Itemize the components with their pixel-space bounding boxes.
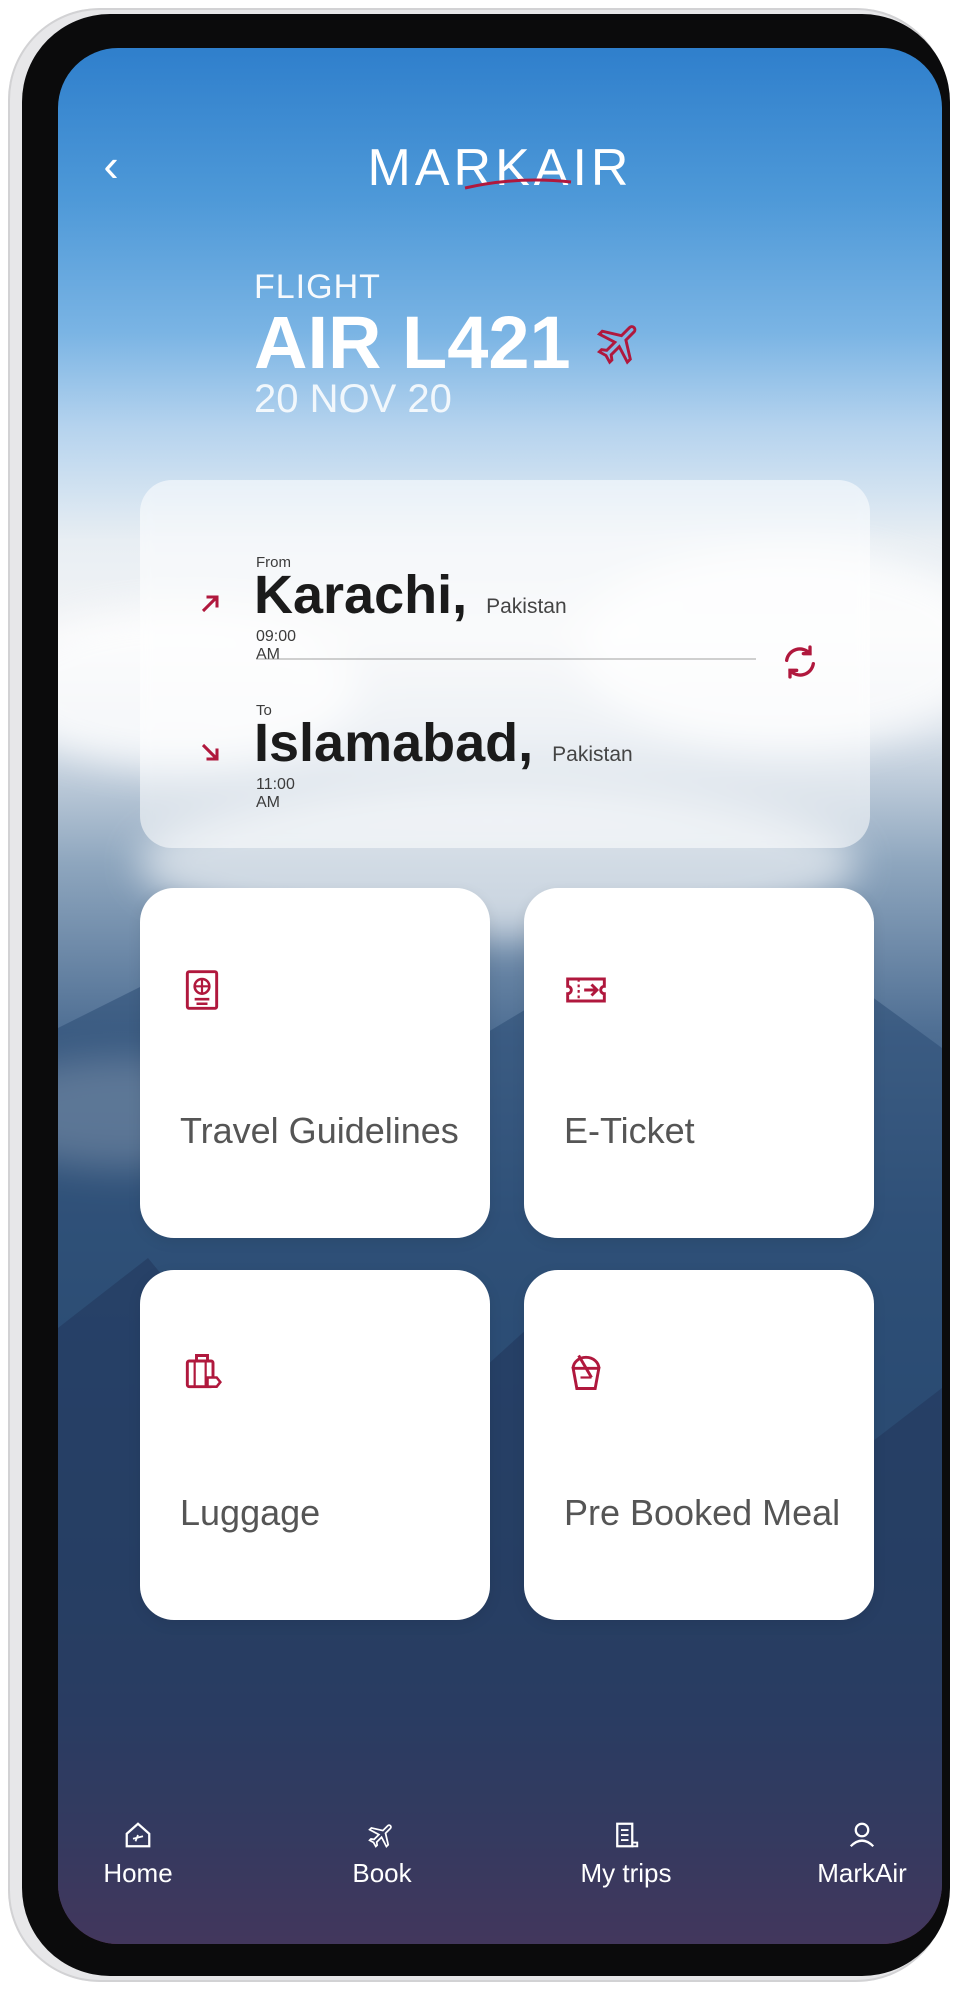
home-icon bbox=[125, 1822, 151, 1848]
nav-home-label: Home bbox=[103, 1858, 173, 1888]
luggage-icon bbox=[185, 1354, 222, 1389]
plane-icon bbox=[368, 1824, 392, 1848]
luggage-label: Luggage bbox=[180, 1492, 321, 1533]
e-ticket-tile[interactable]: E-Ticket bbox=[524, 888, 874, 1238]
nav-markair[interactable]: MarkAir bbox=[792, 1820, 932, 1889]
bottom-nav: Home Book My trips MarkAir bbox=[58, 1784, 942, 1944]
route-card: From Karachi, Pakistan 09:00 AM To Islam… bbox=[140, 480, 870, 848]
arrival-arrow-icon bbox=[196, 738, 226, 768]
nav-my-trips[interactable]: My trips bbox=[556, 1820, 696, 1889]
meal-icon bbox=[571, 1354, 601, 1390]
plane-icon bbox=[596, 325, 637, 365]
app-screen: ‹ MARKAIR FLIGHT AIR L421 20 NOV 20 From… bbox=[58, 48, 942, 1944]
flight-header: FLIGHT AIR L421 20 NOV 20 bbox=[254, 268, 645, 422]
travel-guidelines-label: Travel Guidelines bbox=[180, 1110, 459, 1151]
brand-swoosh-icon bbox=[464, 178, 572, 190]
flight-date: 20 NOV 20 bbox=[254, 377, 452, 421]
to-city: Islamabad, bbox=[254, 713, 534, 773]
from-country: Pakistan bbox=[486, 595, 567, 618]
flight-label: FLIGHT bbox=[254, 268, 381, 306]
departure-arrow-icon bbox=[196, 590, 226, 620]
profile-icon bbox=[849, 1822, 875, 1848]
nav-my-trips-label: My trips bbox=[580, 1858, 672, 1888]
nav-markair-label: MarkAir bbox=[817, 1858, 907, 1888]
to-city-line: Islamabad, Pakistan bbox=[254, 712, 633, 774]
nav-book[interactable]: Book bbox=[312, 1820, 452, 1889]
trips-icon bbox=[616, 1822, 639, 1848]
pre-booked-meal-tile[interactable]: Pre Booked Meal bbox=[524, 1270, 874, 1620]
luggage-tile[interactable]: Luggage bbox=[140, 1270, 490, 1620]
pre-booked-meal-label: Pre Booked Meal bbox=[564, 1492, 841, 1533]
swap-icon[interactable] bbox=[780, 642, 820, 682]
e-ticket-label: E-Ticket bbox=[564, 1110, 695, 1151]
ticket-icon bbox=[566, 977, 606, 1003]
to-country: Pakistan bbox=[552, 743, 633, 766]
route-divider bbox=[256, 658, 756, 660]
flight-number: AIR L421 bbox=[254, 301, 571, 384]
from-city: Karachi, bbox=[254, 565, 468, 625]
nav-book-label: Book bbox=[352, 1858, 412, 1888]
nav-home[interactable]: Home bbox=[68, 1820, 208, 1889]
flight-number-row: AIR L421 bbox=[254, 301, 645, 384]
passport-icon bbox=[185, 970, 219, 1010]
top-bar: ‹ MARKAIR bbox=[58, 118, 942, 208]
to-time: 11:00 AM bbox=[256, 776, 295, 811]
from-city-line: Karachi, Pakistan bbox=[254, 564, 567, 626]
travel-guidelines-tile[interactable]: Travel Guidelines bbox=[140, 888, 490, 1238]
